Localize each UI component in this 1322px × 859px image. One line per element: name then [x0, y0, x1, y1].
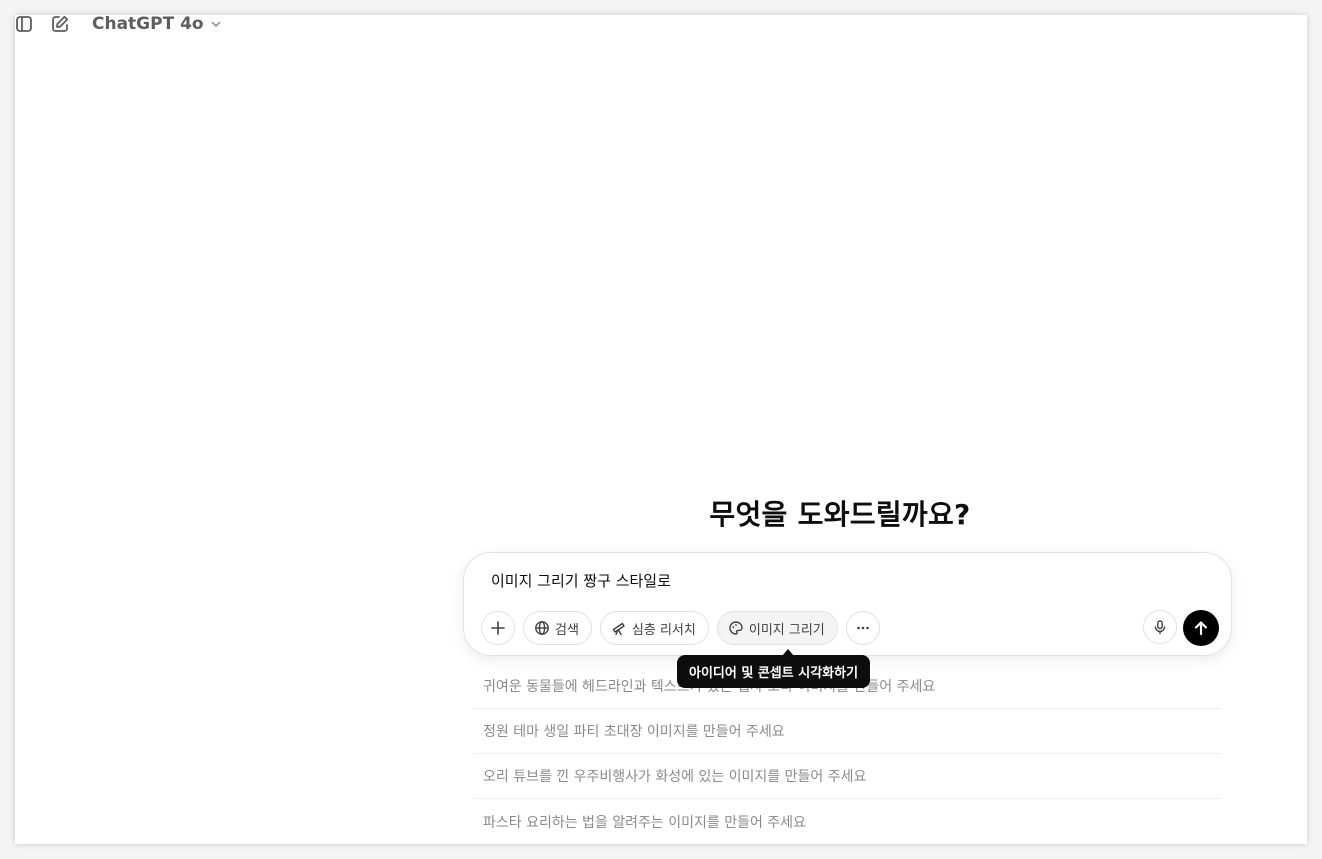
- telescope-icon: [612, 622, 625, 636]
- suggestion-item[interactable]: 파스타 요리하는 법을 알려주는 이미지를 만들어 주세요: [473, 799, 1221, 844]
- search-tool-label: 검색: [555, 622, 579, 638]
- suggestion-list: 귀여운 동물들에 헤드라인과 텍스트가 있는 웹사 보다 이미지를 만들어 주세…: [473, 664, 1221, 844]
- deep-research-button[interactable]: 심층 리서치: [599, 611, 709, 645]
- plus-icon: [491, 621, 505, 635]
- page-title: 무엇을 도와드릴까요?: [709, 498, 971, 531]
- edit-icon: [52, 15, 69, 32]
- tooltip: 아이디어 및 콘셉트 시각화하기: [677, 655, 871, 688]
- voice-input-button[interactable]: [1143, 610, 1177, 644]
- image-tool-label: 이미지 그리기: [748, 622, 825, 638]
- ellipsis-icon: [856, 626, 869, 630]
- sidebar-toggle-button[interactable]: [15, 15, 35, 35]
- search-tool-button[interactable]: 검색: [523, 611, 592, 645]
- deep-research-label: 심층 리서치: [631, 622, 696, 638]
- image-tool-button[interactable]: 이미지 그리기: [716, 611, 838, 645]
- sidebar-icon: [16, 16, 32, 32]
- send-button[interactable]: [1183, 610, 1219, 646]
- suggestion-item[interactable]: 오리 튜브를 낀 우주비행사가 화성에 있는 이미지를 만들어 주세요: [473, 754, 1221, 799]
- model-name: ChatGPT 4o: [92, 15, 204, 34]
- chevron-down-icon: [211, 21, 220, 27]
- app-window: ChatGPT 4o 무엇을 도와드릴까요? 이미지 그리기 짱구 스타일로 검…: [15, 15, 1307, 844]
- more-tools-button[interactable]: [845, 611, 880, 645]
- prompt-input[interactable]: 이미지 그리기 짱구 스타일로: [491, 570, 671, 591]
- microphone-icon: [1154, 620, 1166, 635]
- suggestion-item[interactable]: 정원 테마 생일 파티 초대장 이미지를 만들어 주세요: [473, 709, 1221, 754]
- globe-icon: [535, 621, 549, 635]
- new-chat-button[interactable]: [49, 15, 71, 35]
- composer-toolbar: 검색 심층 리서치 이미지 그리기: [481, 610, 880, 646]
- composer: 이미지 그리기 짱구 스타일로 검색 심층 리서치 이미지 그리기: [463, 552, 1232, 656]
- attach-button[interactable]: [481, 611, 515, 645]
- top-bar: ChatGPT 4o: [15, 15, 1307, 37]
- palette-icon: [729, 621, 743, 635]
- model-selector[interactable]: ChatGPT 4o: [92, 15, 222, 36]
- arrow-up-icon: [1194, 621, 1208, 636]
